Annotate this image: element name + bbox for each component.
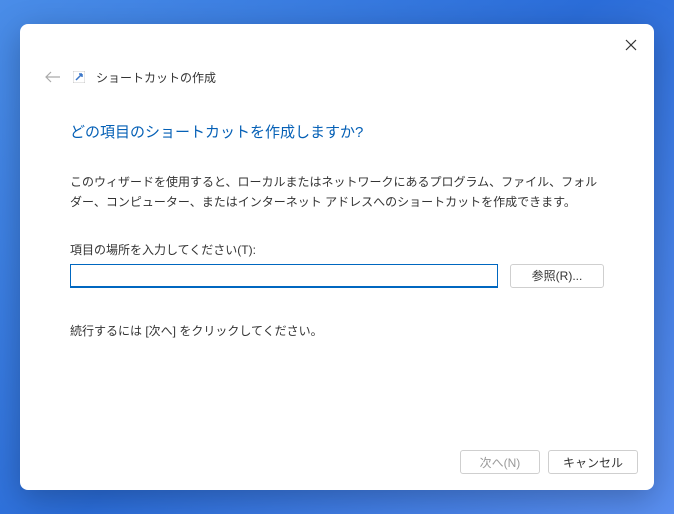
continue-text: 続行するには [次へ] をクリックしてください。 — [70, 322, 604, 339]
location-label: 項目の場所を入力してください(T): — [70, 241, 604, 258]
browse-button[interactable]: 参照(R)... — [510, 264, 604, 288]
location-input[interactable] — [70, 264, 498, 288]
input-row: 参照(R)... — [70, 264, 604, 288]
main-heading: どの項目のショートカットを作成しますか? — [70, 121, 604, 142]
description-text: このウィザードを使用すると、ローカルまたはネットワークにあるプログラム、ファイル… — [70, 172, 604, 213]
header: ショートカットの作成 — [20, 24, 654, 86]
shortcut-icon — [72, 70, 86, 84]
close-button[interactable] — [622, 36, 640, 54]
close-icon — [625, 39, 637, 51]
cancel-button[interactable]: キャンセル — [548, 450, 638, 474]
content-area: どの項目のショートカットを作成しますか? このウィザードを使用すると、ローカルま… — [20, 86, 654, 438]
dialog-title: ショートカットの作成 — [96, 69, 216, 86]
back-button[interactable] — [44, 68, 62, 86]
next-button[interactable]: 次へ(N) — [460, 450, 540, 474]
back-arrow-icon — [45, 71, 61, 83]
footer: 次へ(N) キャンセル — [20, 438, 654, 490]
create-shortcut-dialog: ショートカットの作成 どの項目のショートカットを作成しますか? このウィザードを… — [20, 24, 654, 490]
